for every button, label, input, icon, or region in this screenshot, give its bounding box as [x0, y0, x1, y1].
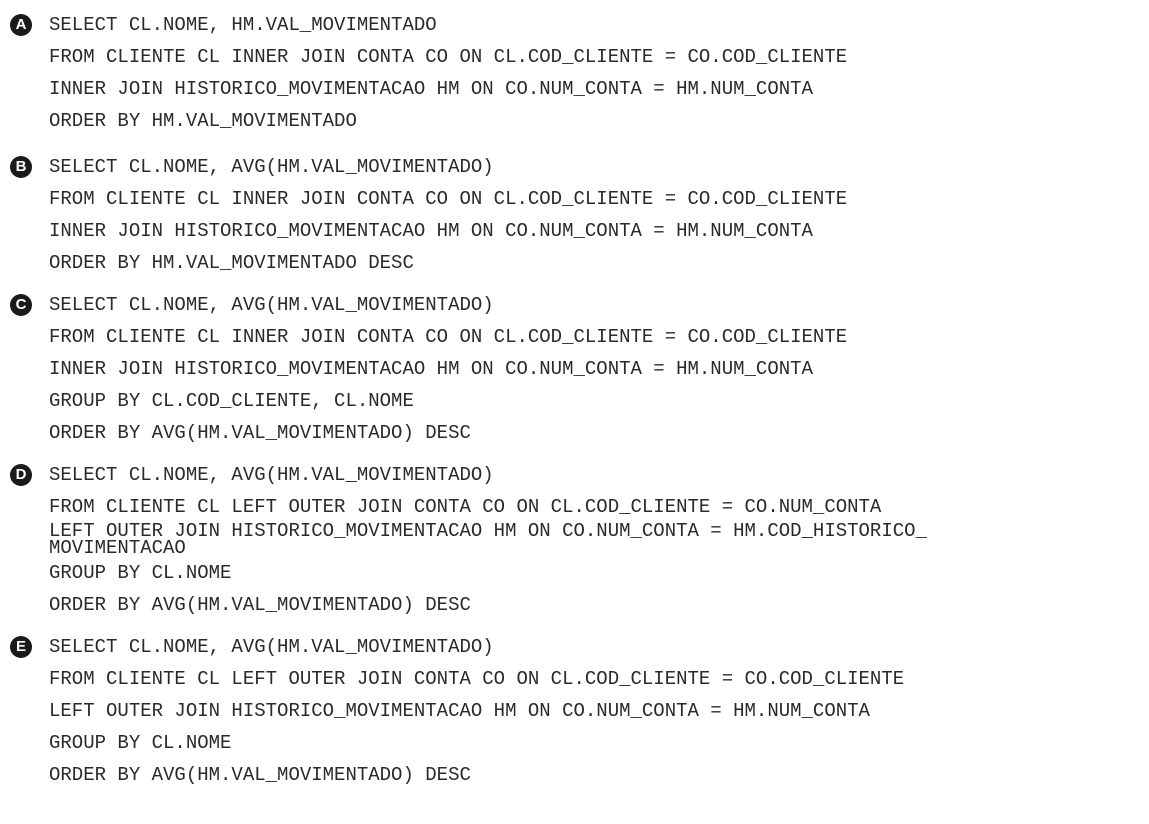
option-c-letter-badge: C	[10, 294, 32, 316]
option-e[interactable]: E SELECT CL.NOME, AVG(HM.VAL_MOVIMENTADO…	[0, 631, 1149, 791]
option-d-line-5: ORDER BY AVG(HM.VAL_MOVIMENTADO) DESC	[49, 594, 471, 616]
option-a-letter-badge: A	[10, 14, 32, 36]
answer-options-page: A SELECT CL.NOME, HM.VAL_MOVIMENTADO FRO…	[0, 0, 1149, 824]
option-a-line-4: ORDER BY HM.VAL_MOVIMENTADO	[49, 110, 357, 132]
option-c[interactable]: C SELECT CL.NOME, AVG(HM.VAL_MOVIMENTADO…	[0, 289, 1149, 449]
option-a-line-2: FROM CLIENTE CL INNER JOIN CONTA CO ON C…	[49, 46, 848, 68]
option-e-line-4: GROUP BY CL.NOME	[49, 732, 232, 754]
option-b-line-3: INNER JOIN HISTORICO_MOVIMENTACAO HM ON …	[49, 220, 813, 242]
option-c-line-2: FROM CLIENTE CL INNER JOIN CONTA CO ON C…	[49, 326, 848, 348]
option-d-letter-badge: D	[10, 464, 32, 486]
option-e-line-3: LEFT OUTER JOIN HISTORICO_MOVIMENTACAO H…	[49, 700, 870, 722]
option-b-letter-badge: B	[10, 156, 32, 178]
option-a-line-1: SELECT CL.NOME, HM.VAL_MOVIMENTADO	[49, 14, 437, 36]
option-c-line-3: INNER JOIN HISTORICO_MOVIMENTACAO HM ON …	[49, 358, 813, 380]
option-a-line-3: INNER JOIN HISTORICO_MOVIMENTACAO HM ON …	[49, 78, 813, 100]
option-b[interactable]: B SELECT CL.NOME, AVG(HM.VAL_MOVIMENTADO…	[0, 151, 1149, 279]
option-c-line-4: GROUP BY CL.COD_CLIENTE, CL.NOME	[49, 390, 414, 412]
option-d-line-1: SELECT CL.NOME, AVG(HM.VAL_MOVIMENTADO)	[49, 464, 494, 486]
option-d-line-2: FROM CLIENTE CL LEFT OUTER JOIN CONTA CO…	[49, 496, 882, 518]
option-d-line-4: GROUP BY CL.NOME	[49, 562, 232, 584]
option-d[interactable]: D SELECT CL.NOME, AVG(HM.VAL_MOVIMENTADO…	[0, 459, 1149, 621]
option-e-line-5: ORDER BY AVG(HM.VAL_MOVIMENTADO) DESC	[49, 764, 471, 786]
option-c-line-5: ORDER BY AVG(HM.VAL_MOVIMENTADO) DESC	[49, 422, 471, 444]
option-d-line-3: LEFT OUTER JOIN HISTORICO_MOVIMENTACAO H…	[49, 520, 927, 559]
option-c-line-1: SELECT CL.NOME, AVG(HM.VAL_MOVIMENTADO)	[49, 294, 494, 316]
option-b-line-2: FROM CLIENTE CL INNER JOIN CONTA CO ON C…	[49, 188, 848, 210]
option-e-line-2: FROM CLIENTE CL LEFT OUTER JOIN CONTA CO…	[49, 668, 905, 690]
option-b-line-4: ORDER BY HM.VAL_MOVIMENTADO DESC	[49, 252, 414, 274]
option-b-line-1: SELECT CL.NOME, AVG(HM.VAL_MOVIMENTADO)	[49, 156, 494, 178]
option-a[interactable]: A SELECT CL.NOME, HM.VAL_MOVIMENTADO FRO…	[0, 9, 1149, 137]
option-e-letter-badge: E	[10, 636, 32, 658]
option-e-line-1: SELECT CL.NOME, AVG(HM.VAL_MOVIMENTADO)	[49, 636, 494, 658]
